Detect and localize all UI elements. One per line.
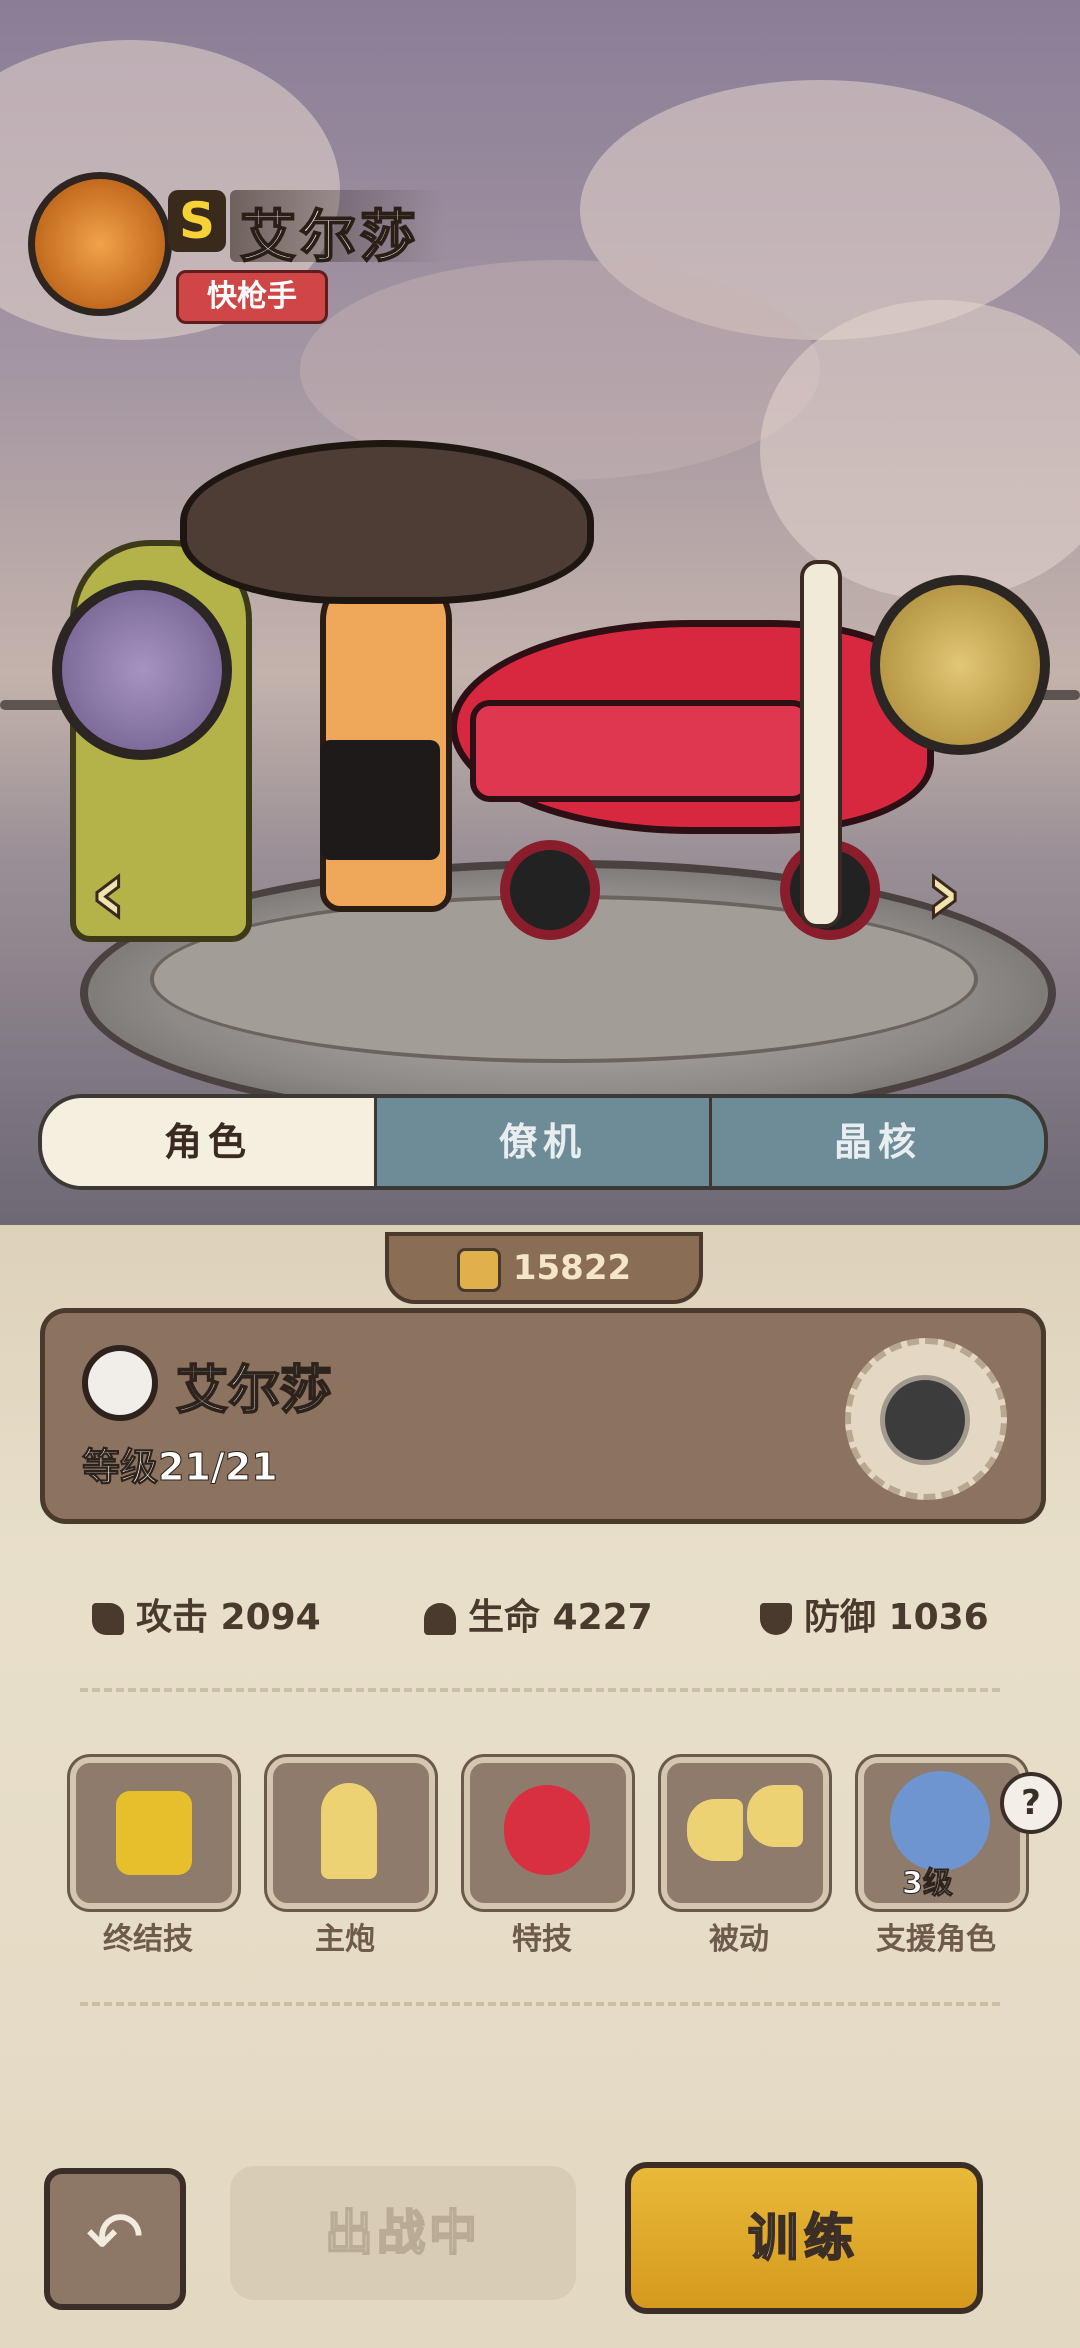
power-value: 15822 xyxy=(512,1248,632,1288)
character-outfit xyxy=(320,740,440,860)
divider xyxy=(80,2002,1000,2006)
stat-hp-label: 生命 4227 xyxy=(468,1597,653,1638)
skill-label-main-cannon: 主炮 xyxy=(315,1922,375,1957)
rarity-badge: S xyxy=(168,190,226,252)
heart-gem-icon xyxy=(504,1785,590,1875)
info-hero-name: 艾尔莎 xyxy=(175,1360,333,1422)
hero-level: 等级21/21 xyxy=(82,1445,279,1490)
next-hero-arrow-icon[interactable]: › xyxy=(923,839,963,947)
character-hat xyxy=(180,440,594,604)
skill-ultimate[interactable] xyxy=(70,1757,238,1909)
double-bullet-icon xyxy=(687,1799,743,1861)
stat-defense: 防御 1036 xyxy=(760,1588,989,1640)
skill-label-support: 支援角色 xyxy=(876,1922,996,1957)
shield-icon xyxy=(760,1603,792,1635)
stat-defense-label: 防御 1036 xyxy=(804,1597,989,1638)
fist-power-icon xyxy=(456,1247,501,1292)
skill-label-passive: 被动 xyxy=(709,1922,769,1957)
hero-class-badge: 快枪手 xyxy=(176,270,328,324)
back-button[interactable]: ↶ xyxy=(44,2168,186,2310)
plane-wing xyxy=(470,700,812,802)
heart-icon xyxy=(424,1603,456,1635)
plane-propeller xyxy=(800,560,842,928)
skill-label-special: 特技 xyxy=(512,1922,572,1957)
bullet-icon xyxy=(747,1785,803,1847)
hero-avatar[interactable] xyxy=(28,172,172,316)
tab-bar: 角色 僚机 晶核 xyxy=(38,1094,1048,1190)
prev-hero-arrow-icon[interactable]: ‹ xyxy=(88,839,128,947)
attack-icon xyxy=(92,1603,124,1635)
deployed-button[interactable]: 出战中 xyxy=(230,2166,576,2300)
train-button[interactable]: 训练 xyxy=(625,2162,983,2314)
help-icon[interactable]: ? xyxy=(1000,1772,1062,1834)
skill-special[interactable] xyxy=(464,1757,632,1909)
skill-label-ultimate: 终结技 xyxy=(103,1922,193,1957)
stat-attack-label: 攻击 2094 xyxy=(136,1597,321,1638)
stat-hp: 生命 4227 xyxy=(424,1588,653,1640)
divider xyxy=(80,1688,1000,1692)
plane-wheel-left xyxy=(500,840,600,940)
power-score: 15822 xyxy=(385,1232,703,1304)
winged-skull-icon xyxy=(880,1375,970,1465)
gatling-icon xyxy=(116,1791,192,1875)
skill-main-cannon[interactable] xyxy=(267,1757,435,1909)
sidekick-medallion-left[interactable] xyxy=(52,580,232,760)
bullet-icon xyxy=(321,1783,377,1879)
stat-attack: 攻击 2094 xyxy=(92,1588,321,1640)
wingman-medallion-right[interactable] xyxy=(870,575,1050,755)
magnifier-icon[interactable] xyxy=(82,1345,158,1421)
support-level: 3级 xyxy=(902,1866,954,1902)
hero-scene: ‹ › S 艾尔莎 快枪手 角色 僚机 晶核 xyxy=(0,0,1080,1225)
support-character-icon xyxy=(890,1771,990,1871)
tab-character[interactable]: 角色 xyxy=(42,1098,374,1186)
tab-wingman[interactable]: 僚机 xyxy=(374,1098,709,1186)
hero-name: 艾尔莎 xyxy=(239,204,420,271)
skill-passive[interactable] xyxy=(661,1757,829,1909)
tab-core[interactable]: 晶核 xyxy=(709,1098,1044,1186)
